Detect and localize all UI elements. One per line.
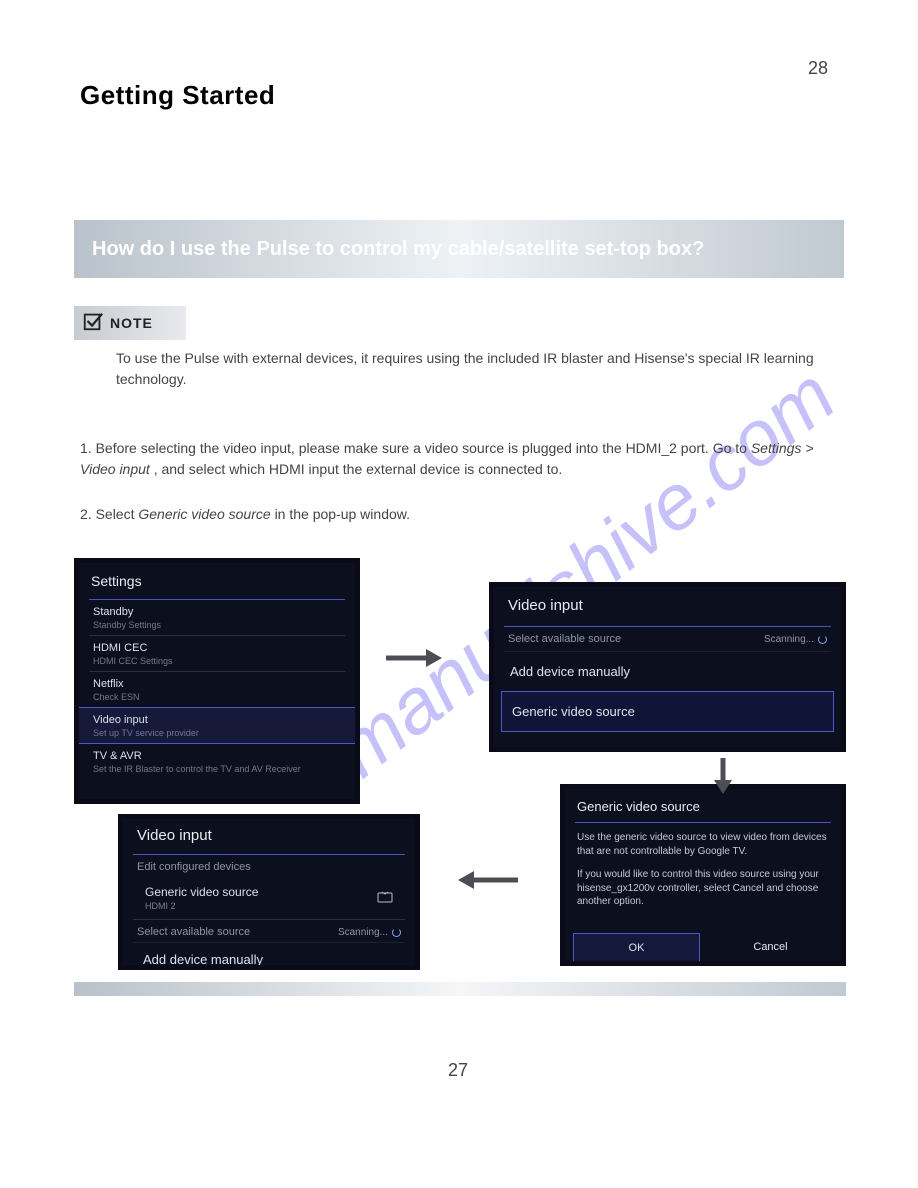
settings-item-sub: Check ESN — [93, 692, 341, 702]
step-2-text-c: in the pop-up window. — [275, 506, 410, 522]
settings-item-label: Video input — [93, 714, 341, 726]
settings-item-label: TV & AVR — [93, 750, 341, 762]
step-1-text-a: 1. Before selecting the video input, ple… — [80, 440, 751, 456]
panel3-title: Generic video source — [565, 789, 841, 822]
section-label: Edit configured devices — [137, 861, 251, 873]
option-generic-source[interactable]: Generic video source — [502, 692, 833, 731]
settings-item-sub: HDMI CEC Settings — [93, 656, 341, 666]
banner-text: How do I use the Pulse to control my cab… — [92, 238, 704, 261]
check-icon — [82, 310, 104, 337]
configured-device-row[interactable]: Generic video source HDMI 2 — [123, 877, 415, 919]
dialog-buttons: OK Cancel — [573, 933, 833, 963]
arrow-right-icon — [384, 644, 444, 672]
note-label: NOTE — [110, 315, 153, 331]
settings-item-label: HDMI CEC — [93, 642, 341, 654]
scanning-text: Scanning... — [338, 927, 388, 938]
ok-button[interactable]: OK — [573, 933, 700, 963]
screenshot-video-input-configured: Video input Edit configured devices Gene… — [118, 814, 420, 970]
settings-item-standby[interactable]: Standby Standby Settings — [79, 600, 355, 635]
note-badge: NOTE — [74, 306, 186, 340]
settings-item-sub: Set the IR Blaster to control the TV and… — [93, 764, 341, 774]
configured-device-sub: HDMI 2 — [145, 901, 258, 911]
settings-item-sub: Standby Settings — [93, 620, 341, 630]
step-2-text: 2. Select Generic video source in the po… — [80, 504, 828, 525]
section-banner: How do I use the Pulse to control my cab… — [74, 220, 844, 278]
panel1-title: Settings — [79, 563, 355, 599]
note-text: To use the Pulse with external devices, … — [116, 348, 828, 390]
panel4-title: Video input — [123, 819, 415, 854]
step-1-text: 1. Before selecting the video input, ple… — [80, 438, 828, 480]
scanning-text: Scanning... — [764, 634, 814, 645]
spinner-icon — [818, 635, 827, 644]
dialog-text-1: Use the generic video source to view vid… — [577, 831, 829, 858]
step-1-text-c: , and select which HDMI input the extern… — [154, 461, 563, 477]
section-label: Select available source — [508, 633, 621, 645]
scanning-status: Scanning... — [764, 634, 827, 645]
page-number-top: 28 — [808, 58, 828, 79]
dialog-body: Use the generic video source to view vid… — [565, 823, 841, 927]
panel4-section2-header: Select available source Scanning... — [123, 920, 415, 942]
arrow-left-icon — [452, 866, 522, 894]
settings-item-tv-avr[interactable]: TV & AVR Set the IR Blaster to control t… — [79, 744, 355, 779]
panel4-section1-header: Edit configured devices — [123, 855, 415, 877]
spinner-icon — [392, 928, 401, 937]
settings-item-label: Standby — [93, 606, 341, 618]
option-add-device[interactable]: Add device manually — [494, 652, 841, 691]
settings-item-video-input[interactable]: Video input Set up TV service provider — [79, 708, 355, 743]
screenshot-video-input: Video input Select available source Scan… — [489, 582, 846, 752]
scanning-status: Scanning... — [338, 927, 401, 938]
panel2-title: Video input — [494, 587, 841, 626]
settings-item-sub: Set up TV service provider — [93, 728, 341, 738]
option-add-device[interactable]: Add device manually — [123, 943, 415, 970]
screenshot-settings: Settings Standby Standby Settings HDMI C… — [74, 558, 360, 804]
tv-icon — [377, 890, 393, 907]
section-label: Select available source — [137, 926, 250, 938]
cancel-button[interactable]: Cancel — [708, 933, 833, 963]
footer-fade — [74, 982, 846, 996]
step-2-emph: Generic video source — [138, 506, 270, 522]
settings-item-hdmi-cec[interactable]: HDMI CEC HDMI CEC Settings — [79, 636, 355, 671]
configured-device-label: Generic video source — [145, 885, 258, 899]
page-number-bottom: 27 — [448, 1060, 468, 1081]
page-header: Getting Started — [80, 80, 275, 111]
settings-item-netflix[interactable]: Netflix Check ESN — [79, 672, 355, 707]
screenshots-diagram: Settings Standby Standby Settings HDMI C… — [74, 558, 852, 976]
step-2-text-a: 2. Select — [80, 506, 138, 522]
arrow-down-icon — [709, 756, 737, 796]
dialog-text-2: If you would like to control this video … — [577, 868, 829, 909]
panel2-section-header: Select available source Scanning... — [494, 627, 841, 651]
screenshot-generic-dialog: Generic video source Use the generic vid… — [560, 784, 846, 966]
settings-item-label: Netflix — [93, 678, 341, 690]
